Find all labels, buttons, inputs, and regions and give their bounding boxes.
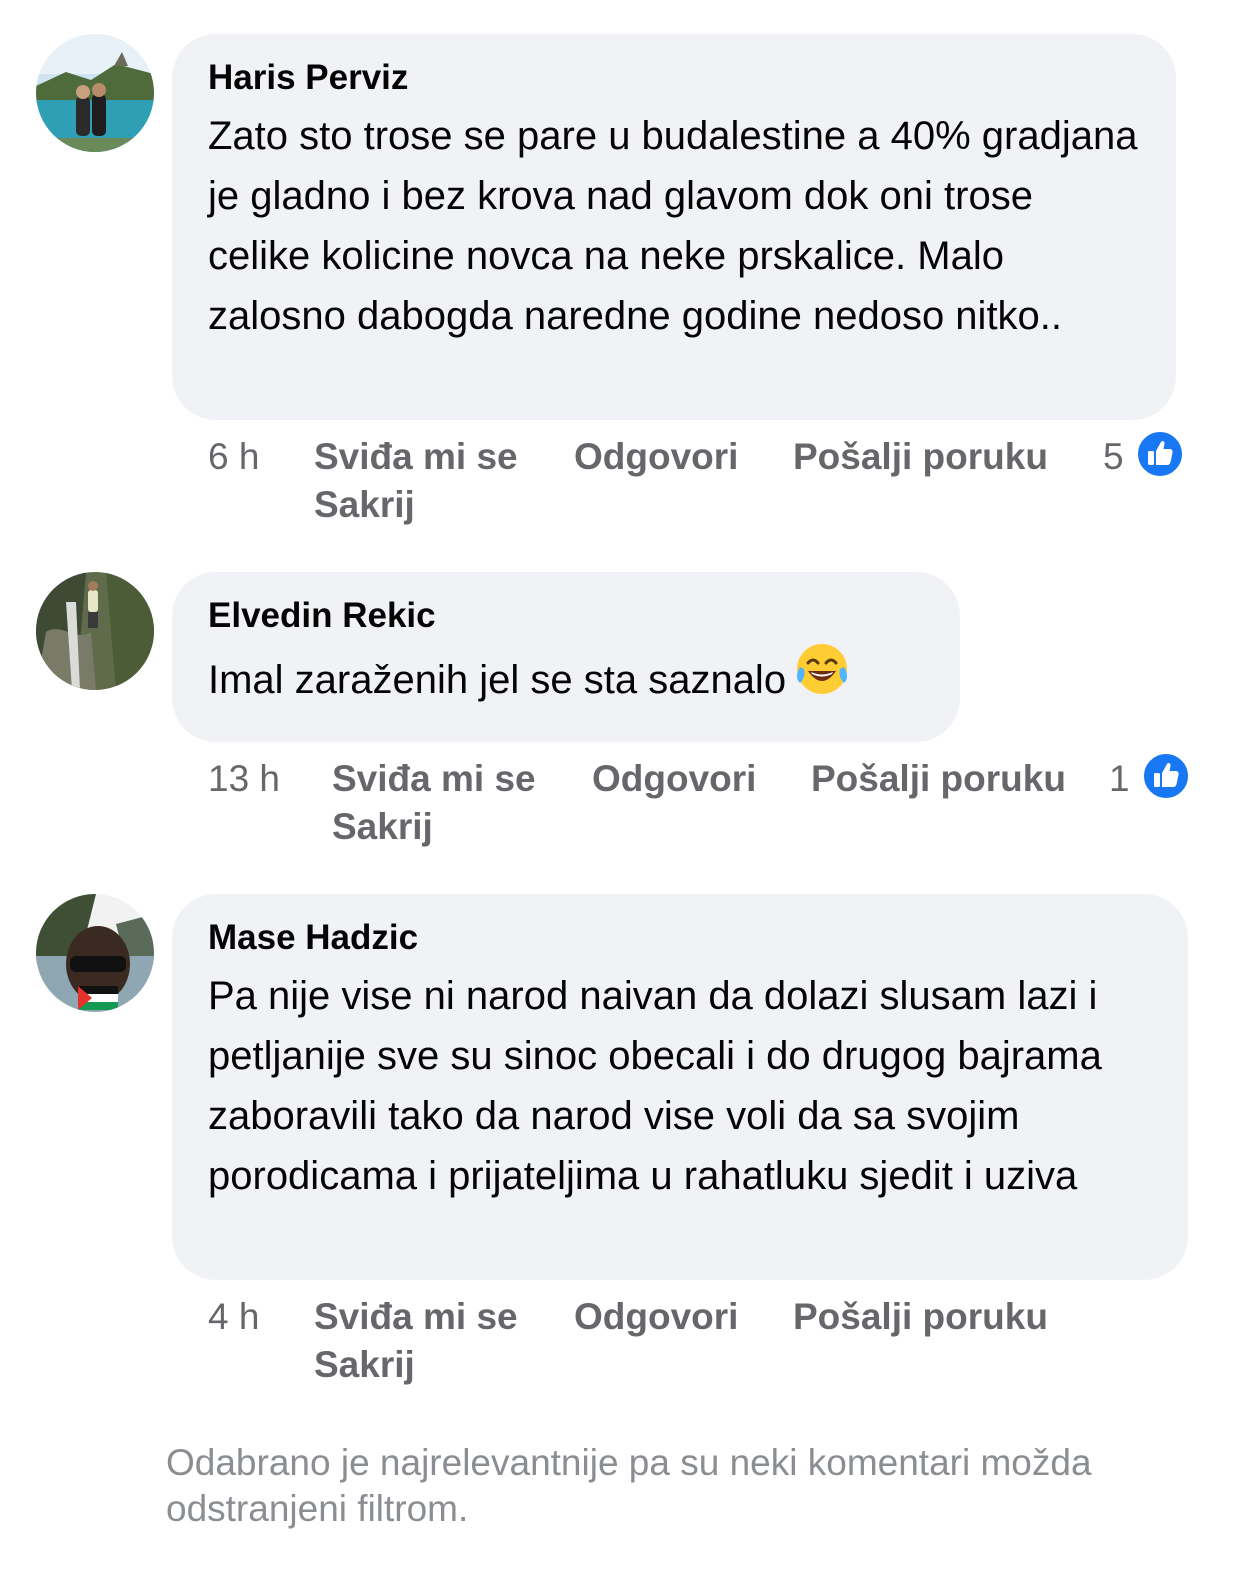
like-count: 1 (1109, 758, 1130, 799)
comment-text-content: Imal zaraženih jel se sta saznalo (208, 658, 787, 702)
send-message-button[interactable]: Pošalji poruku (793, 436, 1048, 478)
laughing-emoji-icon (794, 641, 850, 714)
reply-button[interactable]: Odgovori (592, 758, 756, 800)
avatar-portrait-photo (36, 894, 154, 1012)
comment-time[interactable]: 4 h (208, 1296, 259, 1338)
comment-text: Zato sto trose se pare u budalestine a 4… (208, 114, 1138, 338)
send-message-button[interactable]: Pošalji poruku (793, 1296, 1048, 1338)
comment-author[interactable]: Mase Hadzic (208, 916, 1152, 960)
reply-button[interactable]: Odgovori (574, 1296, 738, 1338)
avatar[interactable] (36, 894, 154, 1012)
avatar-waterfall-photo (36, 572, 154, 690)
hide-button[interactable]: Sakrij (314, 484, 415, 526)
comment-text: Imal zaraženih jel se sta saznalo (208, 643, 924, 714)
comment-actions: 13 h Sviđa mi se Odgovori Pošalji poruku… (208, 752, 1198, 858)
hide-button[interactable]: Sakrij (314, 1344, 415, 1386)
send-message-button[interactable]: Pošalji poruku (811, 758, 1066, 800)
like-count: 5 (1103, 436, 1124, 477)
comment-time[interactable]: 6 h (208, 436, 259, 478)
thumbs-up-icon (1141, 752, 1190, 800)
hide-button[interactable]: Sakrij (332, 806, 433, 848)
comment-author[interactable]: Elvedin Rekic (208, 594, 924, 638)
thumbs-up-icon (1135, 430, 1184, 478)
like-count-badge[interactable]: 5 (1103, 430, 1184, 478)
comment-time[interactable]: 13 h (208, 758, 280, 800)
like-count-badge[interactable]: 1 (1109, 752, 1190, 800)
comment-bubble: Mase Hadzic Pa nije vise ni narod naivan… (172, 894, 1188, 1280)
reply-button[interactable]: Odgovori (574, 436, 738, 478)
comment-text: Pa nije vise ni narod naivan da dolazi s… (208, 974, 1102, 1198)
comment-actions: 6 h Sviđa mi se Odgovori Pošalji poruku … (208, 430, 1198, 536)
like-button[interactable]: Sviđa mi se (314, 436, 518, 478)
avatar-lake-photo (36, 34, 154, 152)
comment-bubble: Haris Perviz Zato sto trose se pare u bu… (172, 34, 1176, 420)
avatar[interactable] (36, 34, 154, 152)
avatar[interactable] (36, 572, 154, 690)
comment-actions: 4 h Sviđa mi se Odgovori Pošalji poruku … (208, 1296, 1198, 1396)
comment-author[interactable]: Haris Perviz (208, 56, 1140, 100)
like-button[interactable]: Sviđa mi se (332, 758, 536, 800)
filter-notice: Odabrano je najrelevantnije pa su neki k… (166, 1442, 1092, 1529)
like-button[interactable]: Sviđa mi se (314, 1296, 518, 1338)
comment-bubble: Elvedin Rekic Imal zaraženih jel se sta … (172, 572, 960, 742)
